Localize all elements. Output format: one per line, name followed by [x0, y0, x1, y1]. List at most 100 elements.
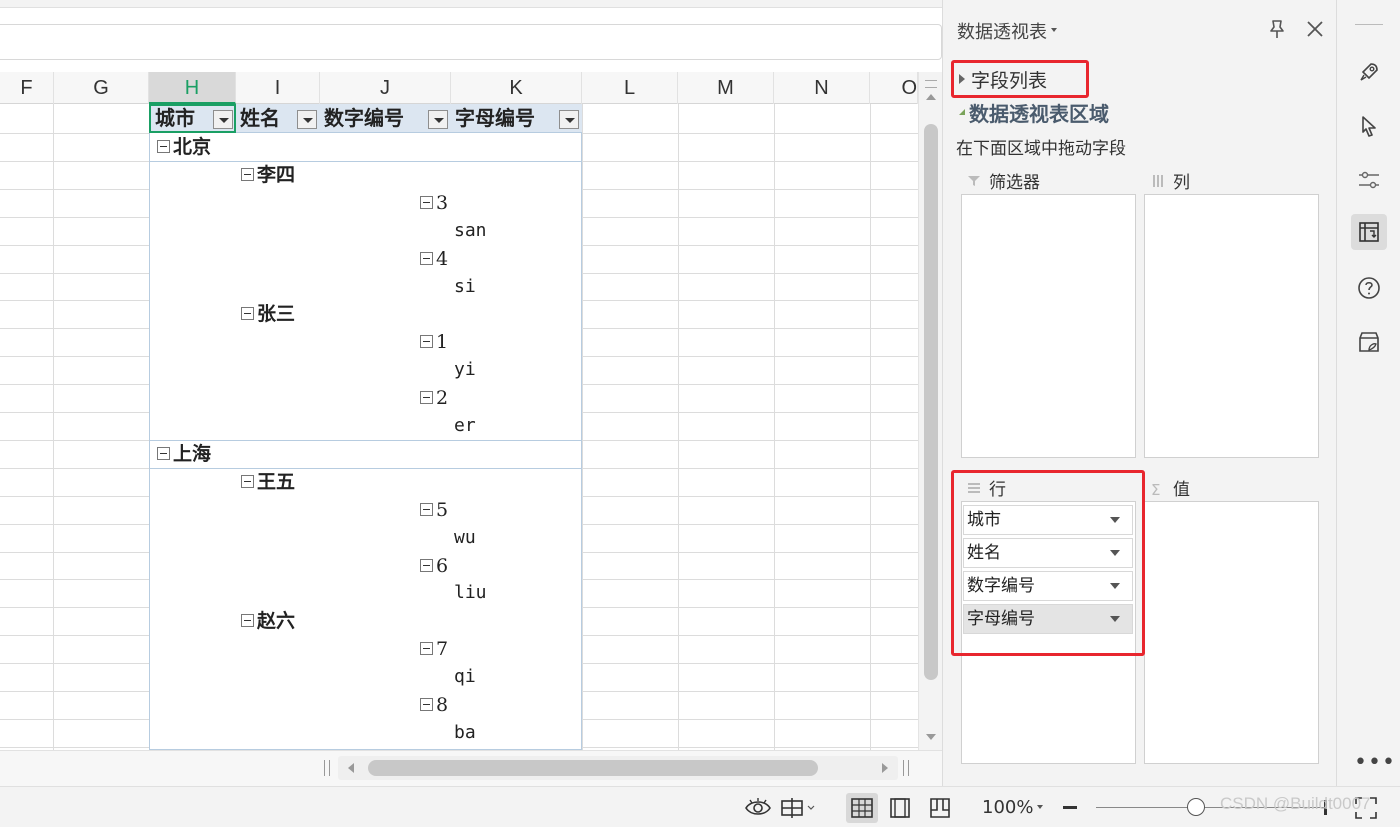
pivot-row-text: san [454, 220, 487, 241]
collapse-icon[interactable] [241, 306, 254, 320]
collapse-icon[interactable] [420, 195, 433, 209]
horizontal-scroll-thumb[interactable] [368, 760, 818, 776]
formula-bar[interactable] [0, 24, 942, 60]
column-header-g[interactable]: G [54, 72, 149, 104]
collapse-icon[interactable] [241, 613, 254, 627]
sliders-icon[interactable] [1351, 162, 1387, 198]
column-header-n[interactable]: N [774, 72, 870, 104]
split-handle-right[interactable] [903, 760, 909, 776]
pivot-row-name[interactable]: 张三 [241, 303, 295, 325]
pivot-row-city[interactable]: 上海 [157, 443, 211, 465]
pivot-row-text: yi [454, 359, 476, 380]
reading-view-icon [930, 798, 950, 818]
column-header-h[interactable]: H [149, 72, 236, 104]
filter-dropdown-number[interactable] [428, 110, 448, 129]
scroll-down-arrow[interactable] [926, 734, 936, 740]
pivot-row-letter: er [454, 415, 476, 437]
collapse-icon[interactable] [241, 474, 254, 488]
pivot-row-name[interactable]: 李四 [241, 164, 295, 186]
collapse-icon[interactable] [420, 697, 433, 711]
pivot-row-city[interactable]: 北京 [157, 136, 211, 158]
field-list-toggle[interactable]: 字段列表 [951, 60, 1089, 98]
filter-zone-text: 筛选器 [989, 173, 1040, 193]
reading-view-button[interactable] [924, 793, 956, 823]
filter-dropdown-letter[interactable] [559, 110, 579, 129]
pivot-row-name[interactable]: 赵六 [241, 610, 295, 632]
pivot-header-letter[interactable]: 字母编号 [451, 104, 535, 133]
freeze-icon[interactable] [780, 797, 818, 819]
pivot-row-text: 王五 [257, 471, 296, 493]
pivot-header-name[interactable]: 姓名 [236, 104, 280, 133]
normal-view-icon [851, 798, 873, 818]
pivot-row-num[interactable]: 6 [420, 555, 448, 577]
caret-down-icon [1051, 28, 1057, 32]
pivot-row-num[interactable]: 3 [420, 192, 448, 214]
pivot-row-name[interactable]: 王五 [241, 471, 295, 493]
pivot-row-num[interactable]: 4 [420, 248, 448, 270]
panel-title[interactable]: 数据透视表 [957, 18, 1057, 44]
pivot-row-letter: liu [454, 582, 487, 604]
column-header-j[interactable]: J [320, 72, 451, 104]
scroll-left-arrow[interactable] [348, 763, 354, 773]
filter-dropdown-name[interactable] [297, 110, 317, 129]
filter-zone-label: 筛选器 [967, 168, 1040, 193]
pivot-row-num[interactable]: 5 [420, 499, 448, 521]
eye-icon[interactable] [744, 797, 772, 819]
scroll-right-arrow[interactable] [882, 763, 888, 773]
spreadsheet-grid[interactable]: 城市 姓名 数字编号 字母编号 北京 李四 3 san 4 si 张三 1 yi 2 er 上海 王五 5… [0, 104, 918, 750]
value-zone-text: 值 [1173, 480, 1190, 500]
collapse-icon[interactable] [420, 558, 433, 572]
split-handle-left[interactable] [324, 760, 330, 776]
cursor-icon[interactable] [1351, 108, 1387, 144]
column-header-l[interactable]: L [582, 72, 678, 104]
pivot-row-letter: yi [454, 359, 476, 381]
pivot-row-num[interactable]: 2 [420, 387, 448, 409]
column-drop-zone[interactable] [1144, 194, 1319, 458]
horizontal-scrollbar[interactable] [338, 756, 898, 780]
zoom-level[interactable]: 100% [982, 787, 1033, 828]
scroll-up-arrow[interactable] [926, 94, 936, 100]
value-drop-zone[interactable] [1144, 501, 1319, 764]
pin-icon[interactable] [1266, 18, 1288, 40]
zoom-out-button[interactable] [1063, 806, 1077, 809]
column-header-i[interactable]: I [236, 72, 320, 104]
collapse-icon[interactable] [420, 641, 433, 655]
column-header-o[interactable]: O [870, 72, 918, 104]
collapse-icon[interactable] [241, 167, 254, 181]
normal-view-button[interactable] [846, 793, 878, 823]
collapse-icon[interactable] [420, 334, 433, 348]
store-icon[interactable] [1351, 324, 1387, 360]
pivot-row-num[interactable]: 8 [420, 694, 448, 716]
status-bar: 100% [0, 786, 1400, 827]
zoom-caret-icon[interactable] [1037, 805, 1043, 809]
pivot-header-number[interactable]: 数字编号 [320, 104, 404, 133]
collapse-icon[interactable] [157, 446, 170, 460]
pivot-area-title[interactable]: 数据透视表区域 [959, 98, 1109, 127]
help-icon[interactable] [1351, 270, 1387, 306]
collapse-icon[interactable] [420, 251, 433, 265]
column-header-f[interactable]: F [0, 72, 54, 104]
pivot-row-num[interactable]: 1 [420, 331, 448, 353]
pivot-row-text: 7 [436, 638, 449, 660]
pivot-row-text: 2 [436, 387, 449, 409]
close-icon[interactable] [1304, 18, 1326, 40]
column-header-m[interactable]: M [678, 72, 774, 104]
pivot-row-text: er [454, 415, 476, 436]
rocket-icon[interactable] [1351, 54, 1387, 90]
filter-drop-zone[interactable] [961, 194, 1136, 458]
collapse-icon[interactable] [420, 390, 433, 404]
vertical-scroll-thumb[interactable] [924, 124, 938, 680]
collapse-icon[interactable] [157, 139, 170, 153]
vertical-scrollbar[interactable] [918, 72, 942, 750]
pivot-row-num[interactable]: 7 [420, 638, 448, 660]
more-icon[interactable]: ••• [1354, 750, 1396, 775]
split-grip[interactable] [925, 80, 937, 88]
zoom-slider-thumb[interactable] [1187, 798, 1205, 816]
side-toolbar [1336, 0, 1400, 786]
column-zone-label: 列 [1151, 168, 1190, 193]
pivot-icon[interactable] [1351, 214, 1387, 250]
pivot-row-text: 8 [436, 694, 449, 716]
column-header-k[interactable]: K [451, 72, 582, 104]
collapse-icon[interactable] [420, 502, 433, 516]
page-break-view-button[interactable] [884, 793, 916, 823]
